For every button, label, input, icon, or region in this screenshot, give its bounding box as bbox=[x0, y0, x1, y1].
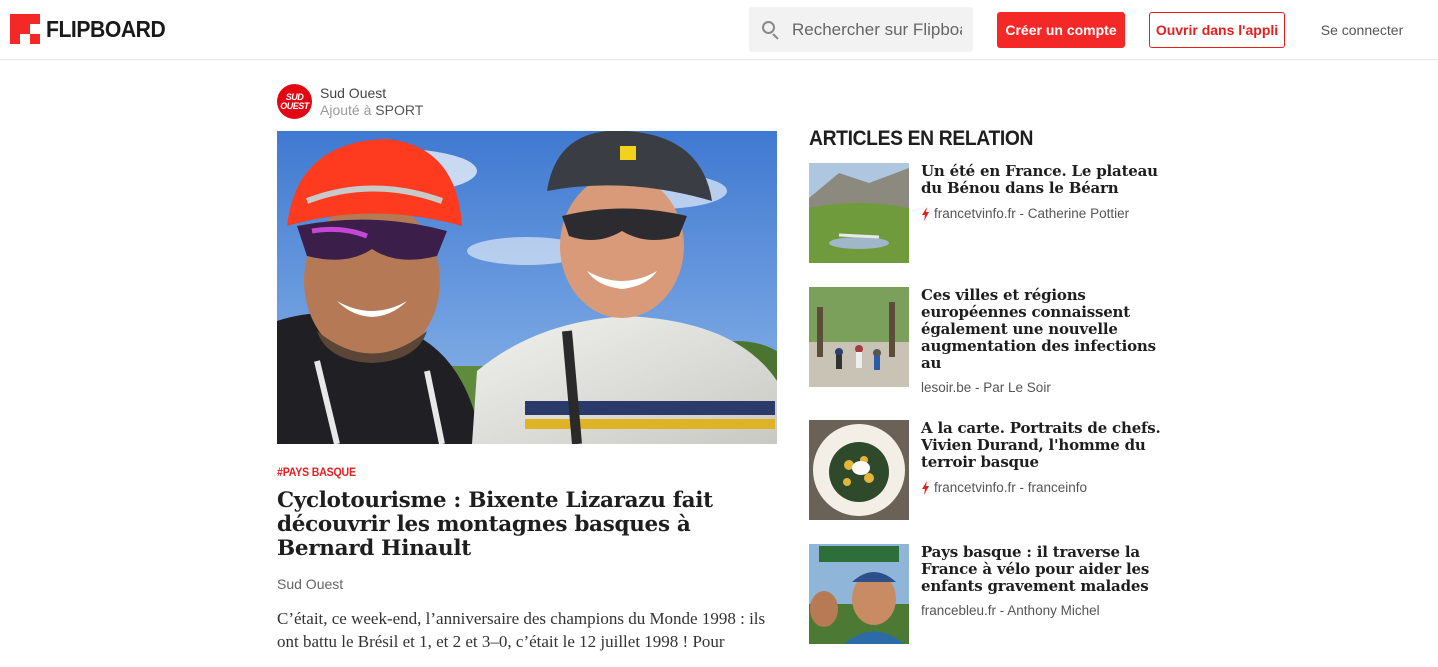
related-article-thumbnail[interactable] bbox=[809, 287, 909, 387]
article-excerpt: C’était, ce week-end, l’anniversaire des… bbox=[277, 609, 766, 651]
bolt-icon bbox=[922, 206, 929, 221]
related-article[interactable]: Pays basque : il traverse la France à vé… bbox=[809, 544, 1169, 644]
related-article[interactable]: A la carte. Portraits de chefs. Vivien D… bbox=[809, 420, 1169, 520]
related-article[interactable]: Un été en France. Le plateau du Bénou da… bbox=[809, 163, 1169, 263]
article-byline: Sud Ouest bbox=[277, 576, 344, 592]
article-title[interactable]: Cyclotourisme : Bixente Lizarazu fait dé… bbox=[277, 489, 777, 561]
article-hero-image[interactable] bbox=[277, 131, 777, 444]
search-input[interactable] bbox=[792, 19, 962, 40]
related-article-thumbnail[interactable] bbox=[809, 544, 909, 644]
search-icon bbox=[762, 20, 780, 40]
related-article[interactable]: Ces villes et régions européennes connai… bbox=[809, 287, 1169, 395]
create-account-button[interactable]: Créer un compte bbox=[997, 12, 1125, 48]
related-article-thumbnail[interactable] bbox=[809, 163, 909, 263]
top-bar: FLIPBOARD Créer un compte Ouvrir dans l'… bbox=[0, 0, 1438, 60]
sud-ouest-logo: SUD OUEST bbox=[277, 84, 312, 119]
open-in-app-button[interactable]: Ouvrir dans l'appli bbox=[1149, 12, 1285, 48]
source-name[interactable]: Sud Ouest bbox=[320, 85, 423, 102]
related-article-title[interactable]: Un été en France. Le plateau du Bénou da… bbox=[921, 163, 1161, 197]
bolt-icon bbox=[922, 480, 929, 495]
topic-link[interactable]: SPORT bbox=[375, 102, 423, 118]
added-to-label: Ajouté à SPORT bbox=[320, 101, 424, 118]
flipboard-logo-icon bbox=[10, 14, 40, 44]
search-box[interactable] bbox=[749, 7, 973, 52]
flipboard-logo[interactable]: FLIPBOARD bbox=[10, 14, 176, 44]
article-tag[interactable]: #PAYS BASQUE bbox=[277, 465, 356, 479]
related-article-meta: francebleu.fr - Anthony Michel bbox=[921, 603, 1100, 618]
related-article-meta: francetvinfo.fr - Catherine Pottier bbox=[921, 206, 1129, 221]
related-article-title[interactable]: Pays basque : il traverse la France à vé… bbox=[921, 544, 1161, 595]
related-article-title[interactable]: A la carte. Portraits de chefs. Vivien D… bbox=[921, 420, 1161, 471]
login-link[interactable]: Se connecter bbox=[1310, 12, 1414, 48]
related-article-thumbnail[interactable] bbox=[809, 420, 909, 520]
related-article-meta: francetvinfo.fr - franceinfo bbox=[921, 480, 1087, 495]
related-article-title[interactable]: Ces villes et régions européennes connai… bbox=[921, 287, 1161, 372]
related-article-meta: lesoir.be - Par Le Soir bbox=[921, 380, 1051, 395]
logo-text: FLIPBOARD bbox=[46, 15, 166, 42]
article-source[interactable]: SUD OUEST Sud Ouest Ajouté à SPORT bbox=[277, 84, 423, 119]
related-articles-heading: ARTICLES EN RELATION bbox=[809, 127, 1034, 150]
